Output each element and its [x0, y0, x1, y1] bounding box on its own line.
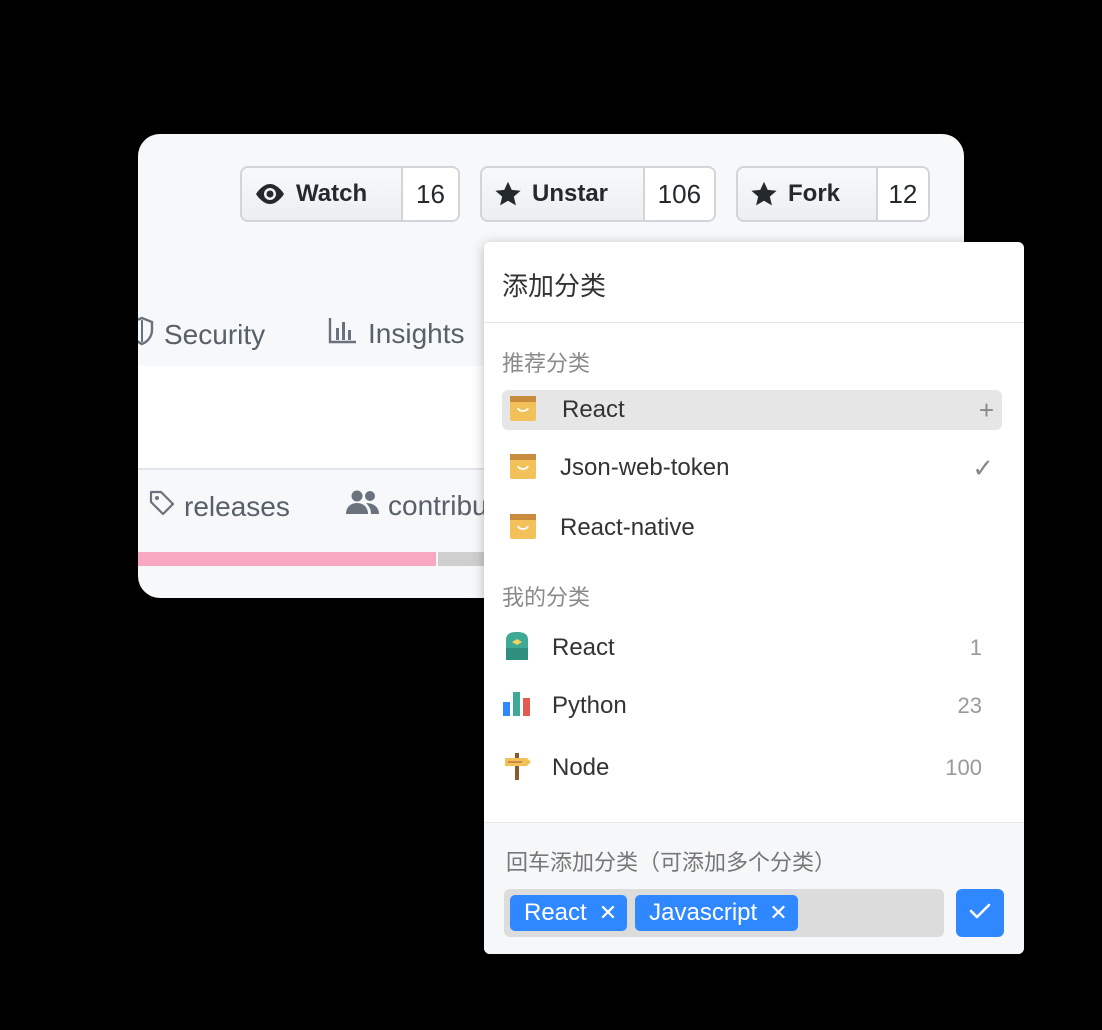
watch-button[interactable]: Watch — [242, 168, 401, 220]
unstar-button[interactable]: Unstar — [482, 168, 643, 220]
unstar-label: Unstar — [532, 180, 609, 207]
tab-insights[interactable]: Insights — [328, 316, 465, 351]
close-icon[interactable]: ✕ — [769, 900, 787, 926]
recommended-item-react-native[interactable]: React-native — [502, 508, 1002, 548]
item-label: React — [562, 396, 625, 423]
bag-icon — [508, 393, 538, 428]
graph-icon — [328, 316, 358, 351]
divider — [484, 322, 1024, 323]
fork-button[interactable]: Fork — [738, 168, 876, 220]
item-count: 1 — [969, 635, 982, 660]
item-label: React — [552, 634, 615, 661]
tag-label: Javascript — [649, 899, 758, 926]
recommended-item-react[interactable]: React + — [502, 390, 1002, 430]
check-icon[interactable]: ✓ — [972, 453, 994, 484]
item-label: Python — [552, 692, 627, 719]
star-icon — [750, 180, 778, 208]
plus-icon[interactable]: + — [979, 395, 994, 426]
people-icon — [346, 489, 380, 522]
close-icon[interactable]: ✕ — [599, 900, 617, 926]
category-tag-input[interactable]: React ✕ Javascript ✕ — [504, 889, 944, 937]
stat-label: releases — [184, 490, 290, 522]
watch-label: Watch — [296, 180, 368, 207]
tag-react: React ✕ — [510, 895, 628, 931]
check-icon — [969, 902, 991, 925]
star-icon — [494, 180, 522, 208]
star-count[interactable]: 106 — [642, 168, 714, 220]
tab-label: Insights — [368, 317, 465, 349]
my-category-react[interactable]: React 1 — [502, 628, 1002, 668]
bar-chart-icon — [502, 690, 532, 723]
confirm-button[interactable] — [956, 889, 1004, 937]
popup-footer: 回车添加分类（可添加多个分类） React ✕ Javascript ✕ — [484, 822, 1024, 954]
fork-button-group: Fork 12 — [736, 166, 930, 222]
item-count: 100 — [945, 755, 982, 780]
item-label: Node — [552, 754, 610, 781]
signpost-icon — [502, 751, 532, 786]
item-count: 23 — [957, 693, 982, 718]
tab-label: Security — [164, 318, 266, 350]
my-category-python[interactable]: Python 23 — [502, 686, 1002, 726]
watch-count[interactable]: 16 — [401, 168, 458, 220]
add-category-popup: 添加分类 推荐分类 React + Json-web-token ✓ React… — [484, 242, 1024, 954]
star-button-group: Unstar 106 — [480, 166, 716, 222]
my-category-node[interactable]: Node 100 — [502, 748, 1002, 788]
item-label: React-native — [560, 514, 695, 541]
item-label: Json-web-token — [560, 454, 730, 481]
eye-icon — [254, 183, 286, 205]
stat-contributors[interactable]: contribu — [346, 489, 488, 522]
language-bar-segment — [138, 552, 436, 566]
my-categories-section-label: 我的分类 — [502, 586, 591, 611]
recommended-item-json-web-token[interactable]: Json-web-token ✓ — [502, 448, 1002, 488]
popup-title: 添加分类 — [502, 272, 607, 302]
footer-hint: 回车添加分类（可添加多个分类） — [506, 851, 837, 876]
shield-icon — [138, 316, 154, 353]
tag-javascript: Javascript ✕ — [635, 895, 798, 931]
bag-icon — [508, 451, 538, 486]
watch-button-group: Watch 16 — [240, 166, 460, 222]
bag-icon — [508, 511, 538, 546]
tag-label: React — [524, 899, 587, 926]
backpack-icon — [502, 630, 532, 667]
stat-label: contribu — [388, 489, 488, 521]
recommended-section-label: 推荐分类 — [502, 352, 591, 377]
fork-count[interactable]: 12 — [875, 168, 928, 220]
tab-security[interactable]: Security — [138, 316, 265, 353]
stat-releases[interactable]: releases — [148, 489, 290, 524]
tag-icon — [148, 489, 176, 524]
fork-label: Fork — [788, 180, 841, 207]
